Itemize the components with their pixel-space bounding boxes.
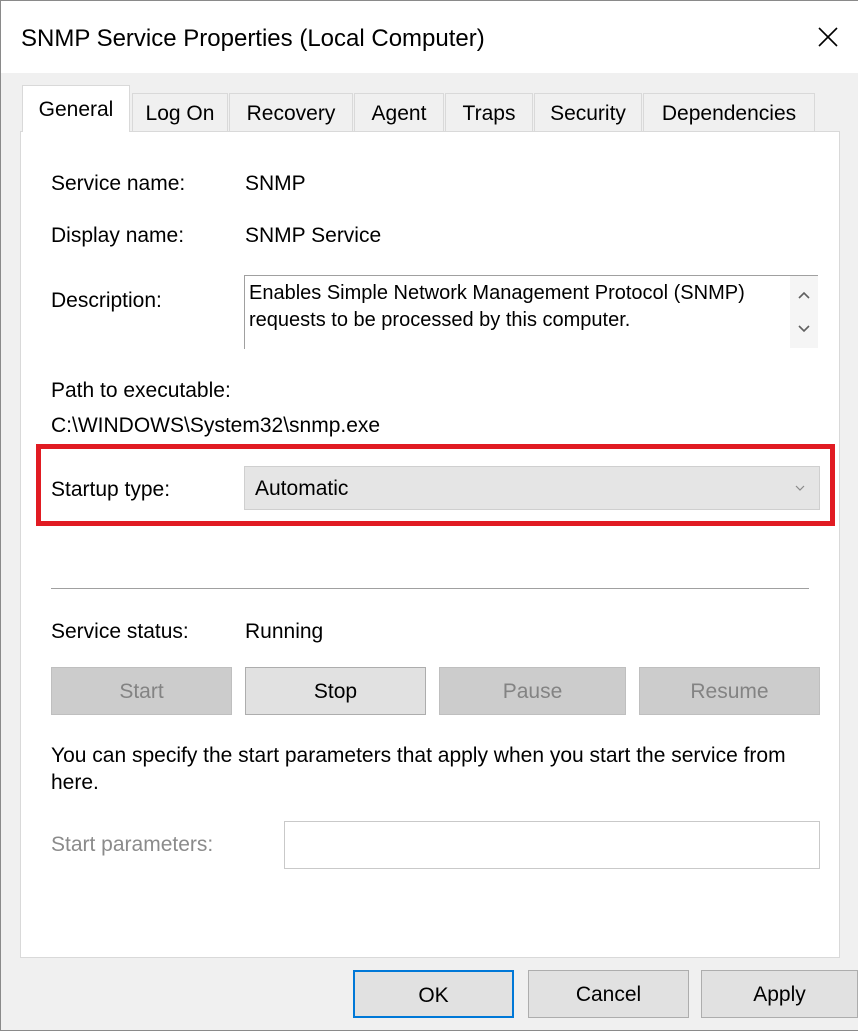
title-bar: SNMP Service Properties (Local Computer) bbox=[1, 1, 858, 73]
tab-dependencies[interactable]: Dependencies bbox=[643, 93, 815, 131]
tab-label: Dependencies bbox=[661, 102, 797, 125]
apply-button[interactable]: Apply bbox=[701, 970, 858, 1018]
tab-label: Log On bbox=[145, 102, 215, 125]
chevron-down-icon bbox=[798, 325, 810, 333]
tab-label: Recovery bbox=[246, 102, 336, 125]
scroll-up-button[interactable] bbox=[790, 280, 818, 310]
ok-button[interactable]: OK bbox=[353, 970, 514, 1018]
tab-label: Agent bbox=[371, 102, 427, 125]
resume-button[interactable]: Resume bbox=[639, 667, 820, 715]
tab-label: Security bbox=[550, 102, 626, 125]
close-button[interactable] bbox=[798, 1, 858, 73]
separator-line bbox=[51, 588, 809, 590]
close-icon bbox=[818, 27, 838, 47]
pause-button[interactable]: Pause bbox=[439, 667, 626, 715]
tab-recovery[interactable]: Recovery bbox=[229, 93, 353, 131]
service-status-value: Running bbox=[245, 620, 324, 643]
start-params-help-text: You can specify the start parameters tha… bbox=[51, 744, 786, 794]
tab-log-on[interactable]: Log On bbox=[132, 93, 228, 131]
description-label: Description: bbox=[51, 289, 162, 312]
properties-dialog: SNMP Service Properties (Local Computer)… bbox=[0, 0, 858, 1031]
chevron-down-icon bbox=[795, 485, 805, 491]
tab-agent[interactable]: Agent bbox=[354, 93, 444, 131]
service-name-label: Service name: bbox=[51, 172, 186, 195]
tab-traps[interactable]: Traps bbox=[445, 93, 533, 131]
tab-label: Traps bbox=[462, 102, 516, 125]
path-value: C:\WINDOWS\System32\snmp.exe bbox=[51, 414, 381, 437]
description-scrollbar[interactable] bbox=[790, 276, 818, 348]
tab-general[interactable]: General bbox=[22, 85, 130, 132]
window-title: SNMP Service Properties (Local Computer) bbox=[21, 25, 485, 52]
description-textbox[interactable]: Enables Simple Network Management Protoc… bbox=[244, 275, 818, 349]
description-text: Enables Simple Network Management Protoc… bbox=[249, 282, 745, 331]
start-parameters-label: Start parameters: bbox=[51, 833, 214, 856]
path-label: Path to executable: bbox=[51, 379, 231, 402]
tab-security[interactable]: Security bbox=[534, 93, 642, 131]
stop-button[interactable]: Stop bbox=[245, 667, 426, 715]
chevron-up-icon bbox=[798, 291, 810, 299]
tab-label: General bbox=[38, 98, 114, 121]
scroll-down-button[interactable] bbox=[790, 314, 818, 344]
display-name-value: SNMP Service bbox=[245, 224, 382, 247]
start-button[interactable]: Start bbox=[51, 667, 232, 715]
service-name-value: SNMP bbox=[245, 172, 306, 195]
service-status-label: Service status: bbox=[51, 620, 189, 643]
start-parameters-input[interactable] bbox=[284, 821, 820, 869]
startup-type-label: Startup type: bbox=[51, 478, 171, 501]
startup-type-select[interactable]: Automatic bbox=[244, 466, 820, 510]
cancel-button[interactable]: Cancel bbox=[528, 970, 689, 1018]
startup-type-value: Automatic bbox=[255, 477, 349, 500]
display-name-label: Display name: bbox=[51, 224, 185, 247]
